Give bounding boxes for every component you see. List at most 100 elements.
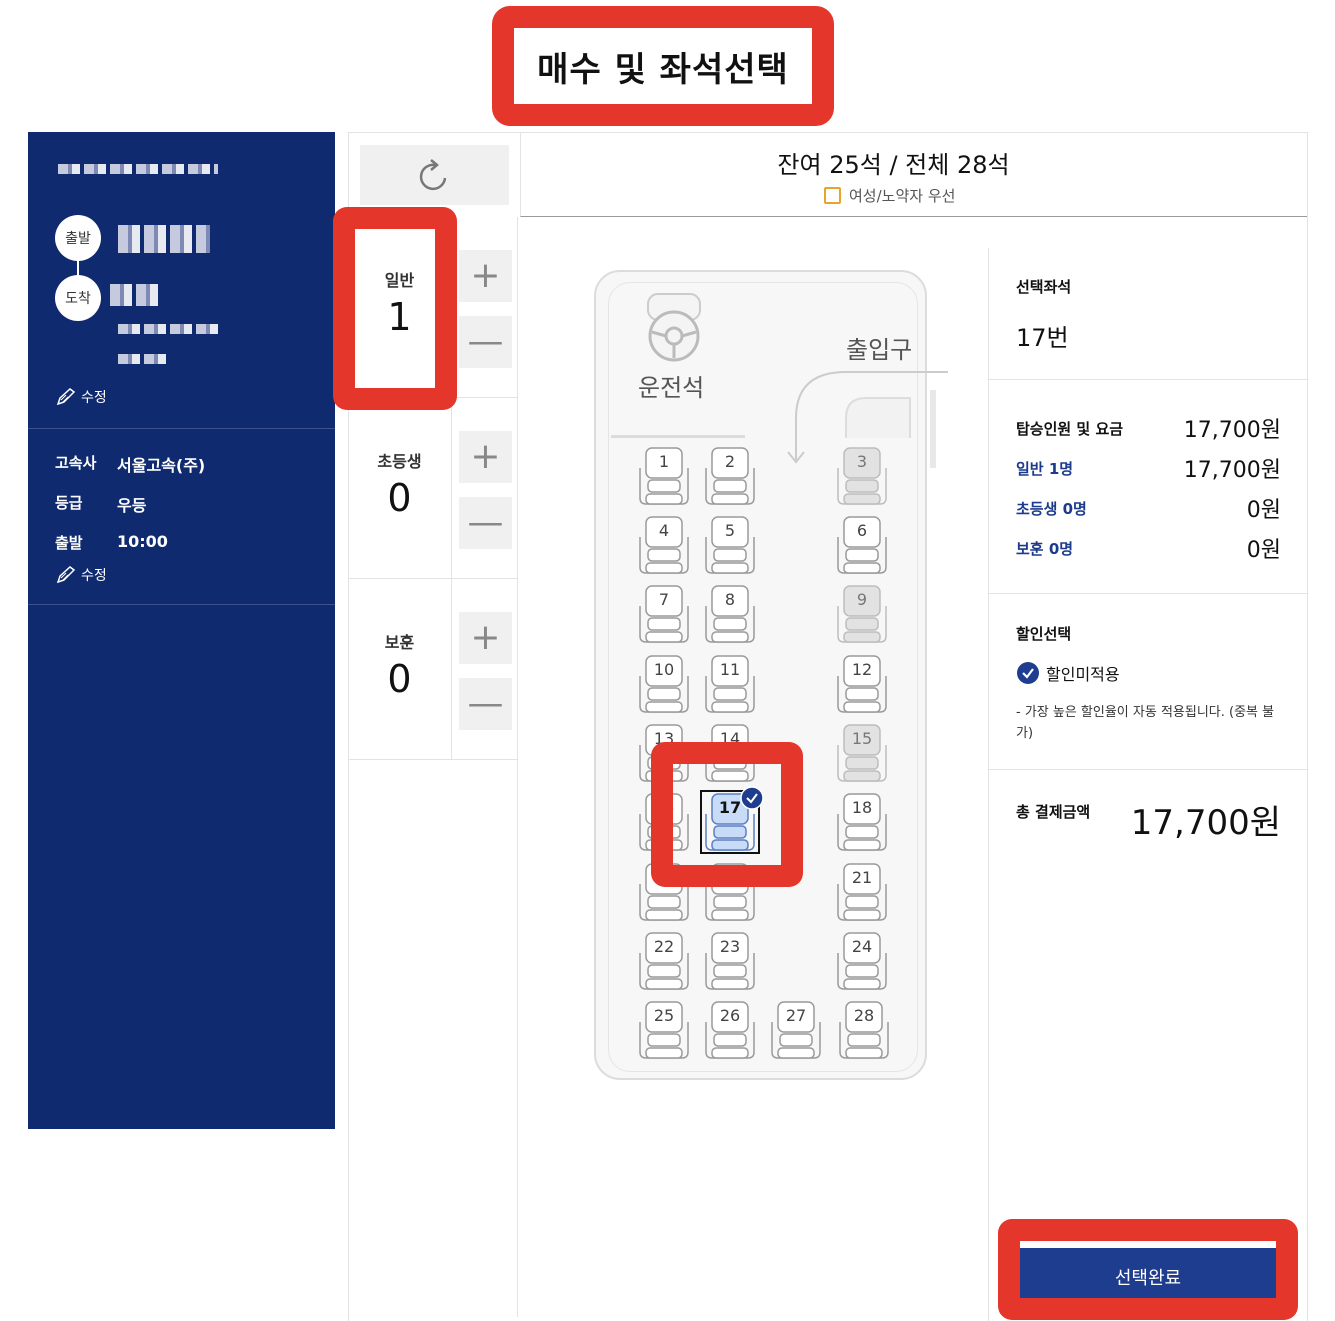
booking-summary: 선택좌석 17번 탑승인원 및 요금 17,700원 일반 1명 17,700원…	[988, 248, 1308, 1321]
seat-number: 15	[851, 729, 873, 748]
seat-number: 28	[853, 1006, 875, 1025]
increase-veteran-button[interactable]: +	[459, 612, 512, 664]
passenger-count: 0	[387, 476, 412, 520]
driver-seat-label: 운전석	[638, 374, 705, 402]
company-row: 고속사 서울고속(주)	[55, 452, 205, 476]
passenger-stepper-child: + —	[451, 398, 517, 579]
seat-number: 21	[851, 868, 873, 887]
divider	[349, 759, 517, 760]
departure-badge: 출발	[55, 215, 101, 261]
decrease-veteran-button[interactable]: —	[459, 678, 512, 730]
redacted-arrival	[110, 284, 158, 306]
seat-number: 4	[658, 521, 670, 540]
seat-21[interactable]: 21	[834, 862, 890, 924]
redacted-route-name	[58, 164, 218, 174]
decrease-general-button[interactable]: —	[459, 316, 512, 368]
seat-7[interactable]: 7	[636, 584, 692, 646]
edit-route-button[interactable]: 수정	[55, 387, 107, 407]
seat-27[interactable]: 27	[768, 1000, 824, 1062]
fare-amount: 0원	[1246, 538, 1281, 563]
seat-number: 11	[719, 660, 741, 679]
seat-28[interactable]: 28	[836, 1000, 892, 1062]
seat-10[interactable]: 10	[636, 654, 692, 716]
seat-count-text: 잔여 25석 / 전체 28석	[777, 151, 1010, 179]
seat-number: 27	[785, 1006, 807, 1025]
selected-seat-callout	[651, 742, 803, 887]
seat-15: 15	[834, 723, 890, 785]
entrance-label: 출입구	[846, 336, 913, 364]
total-heading: 총 결제금액	[1016, 803, 1091, 821]
discount-note: - 가장 높은 할인율이 자동 적용됩니다. (중복 불가)	[1016, 705, 1275, 741]
seat-12[interactable]: 12	[834, 654, 890, 716]
passenger-type-child: 초등생 0	[349, 398, 450, 579]
seat-number: 26	[719, 1006, 741, 1025]
time-row: 출발 10:00	[55, 532, 168, 553]
seat-24[interactable]: 24	[834, 931, 890, 993]
seat-number: 10	[653, 660, 675, 679]
divider	[989, 379, 1308, 380]
priority-label: 여성/노약자 우선	[849, 187, 956, 205]
seat-25[interactable]: 25	[636, 1000, 692, 1062]
seat-number: 9	[856, 590, 868, 609]
discount-option-label: 할인미적용	[1046, 665, 1120, 684]
general-count-callout	[333, 207, 457, 410]
seat-3: 3	[834, 446, 890, 508]
decrease-child-button[interactable]: —	[459, 497, 512, 549]
refresh-icon	[419, 159, 446, 191]
arrival-badge: 도착	[55, 275, 101, 321]
selected-seat-heading: 선택좌석	[1016, 278, 1072, 296]
divider	[517, 217, 518, 1317]
seat-5[interactable]: 5	[702, 515, 758, 577]
fare-total-row: 탑승인원 및 요금 17,700원	[1016, 412, 1281, 444]
seat-number: 25	[653, 1006, 675, 1025]
driver-partition	[611, 435, 745, 438]
page-title: 매수 및 좌석선택	[537, 49, 789, 90]
fare-label: 일반 1명	[1016, 459, 1074, 478]
seat-1[interactable]: 1	[636, 446, 692, 508]
fare-amount: 17,700원	[1183, 458, 1281, 483]
seat-number: 18	[851, 798, 873, 817]
passenger-stepper-general: + —	[451, 217, 517, 398]
seat-2[interactable]: 2	[702, 446, 758, 508]
fare-label: 보훈 0명	[1016, 539, 1074, 558]
selected-seat-value: 17번	[1016, 324, 1069, 352]
fare-row-veteran: 보훈 0명 0원	[1016, 532, 1281, 564]
seat-number: 7	[658, 590, 670, 609]
passenger-label: 보훈	[384, 633, 415, 652]
seat-9: 9	[834, 584, 890, 646]
seat-18[interactable]: 18	[834, 792, 890, 854]
discount-option[interactable]: 할인미적용	[1016, 661, 1120, 685]
priority-checkbox[interactable]	[824, 187, 841, 204]
fare-label: 초등생 0명	[1016, 499, 1087, 518]
seat-11[interactable]: 11	[702, 654, 758, 716]
seat-number: 22	[653, 937, 675, 956]
seat-6[interactable]: 6	[834, 515, 890, 577]
pencil-icon	[56, 388, 76, 406]
total-amount: 17,700원	[1130, 803, 1281, 843]
seat-22[interactable]: 22	[636, 931, 692, 993]
divider	[989, 769, 1308, 770]
passenger-type-veteran: 보훈 0	[349, 579, 450, 760]
seat-number: 1	[658, 452, 670, 471]
time-value: 10:00	[117, 532, 168, 551]
fare-amount: 0원	[1246, 498, 1281, 523]
pencil-icon	[56, 566, 76, 584]
seat-4[interactable]: 4	[636, 515, 692, 577]
increase-child-button[interactable]: +	[459, 431, 512, 483]
fare-heading: 탑승인원 및 요금	[1016, 419, 1124, 438]
redacted-detail-2	[118, 354, 168, 364]
grade-row: 등급 우등	[55, 492, 146, 516]
seat-number: 3	[856, 452, 868, 471]
passenger-count: 0	[387, 657, 412, 701]
seat-23[interactable]: 23	[702, 931, 758, 993]
priority-filter[interactable]: 여성/노약자 우선	[824, 185, 955, 206]
increase-general-button[interactable]: +	[459, 250, 512, 302]
seat-number: 24	[851, 937, 873, 956]
seat-number: 8	[724, 590, 736, 609]
seat-number: 2	[724, 452, 736, 471]
seat-8[interactable]: 8	[702, 584, 758, 646]
edit-schedule-button[interactable]: 수정	[55, 565, 107, 585]
journey-sidebar: 출발 도착 수정 고속사 서울고속(주) 등급 우등 출발 10:00 수정	[28, 132, 335, 1129]
refresh-button[interactable]	[360, 145, 509, 205]
seat-26[interactable]: 26	[702, 1000, 758, 1062]
